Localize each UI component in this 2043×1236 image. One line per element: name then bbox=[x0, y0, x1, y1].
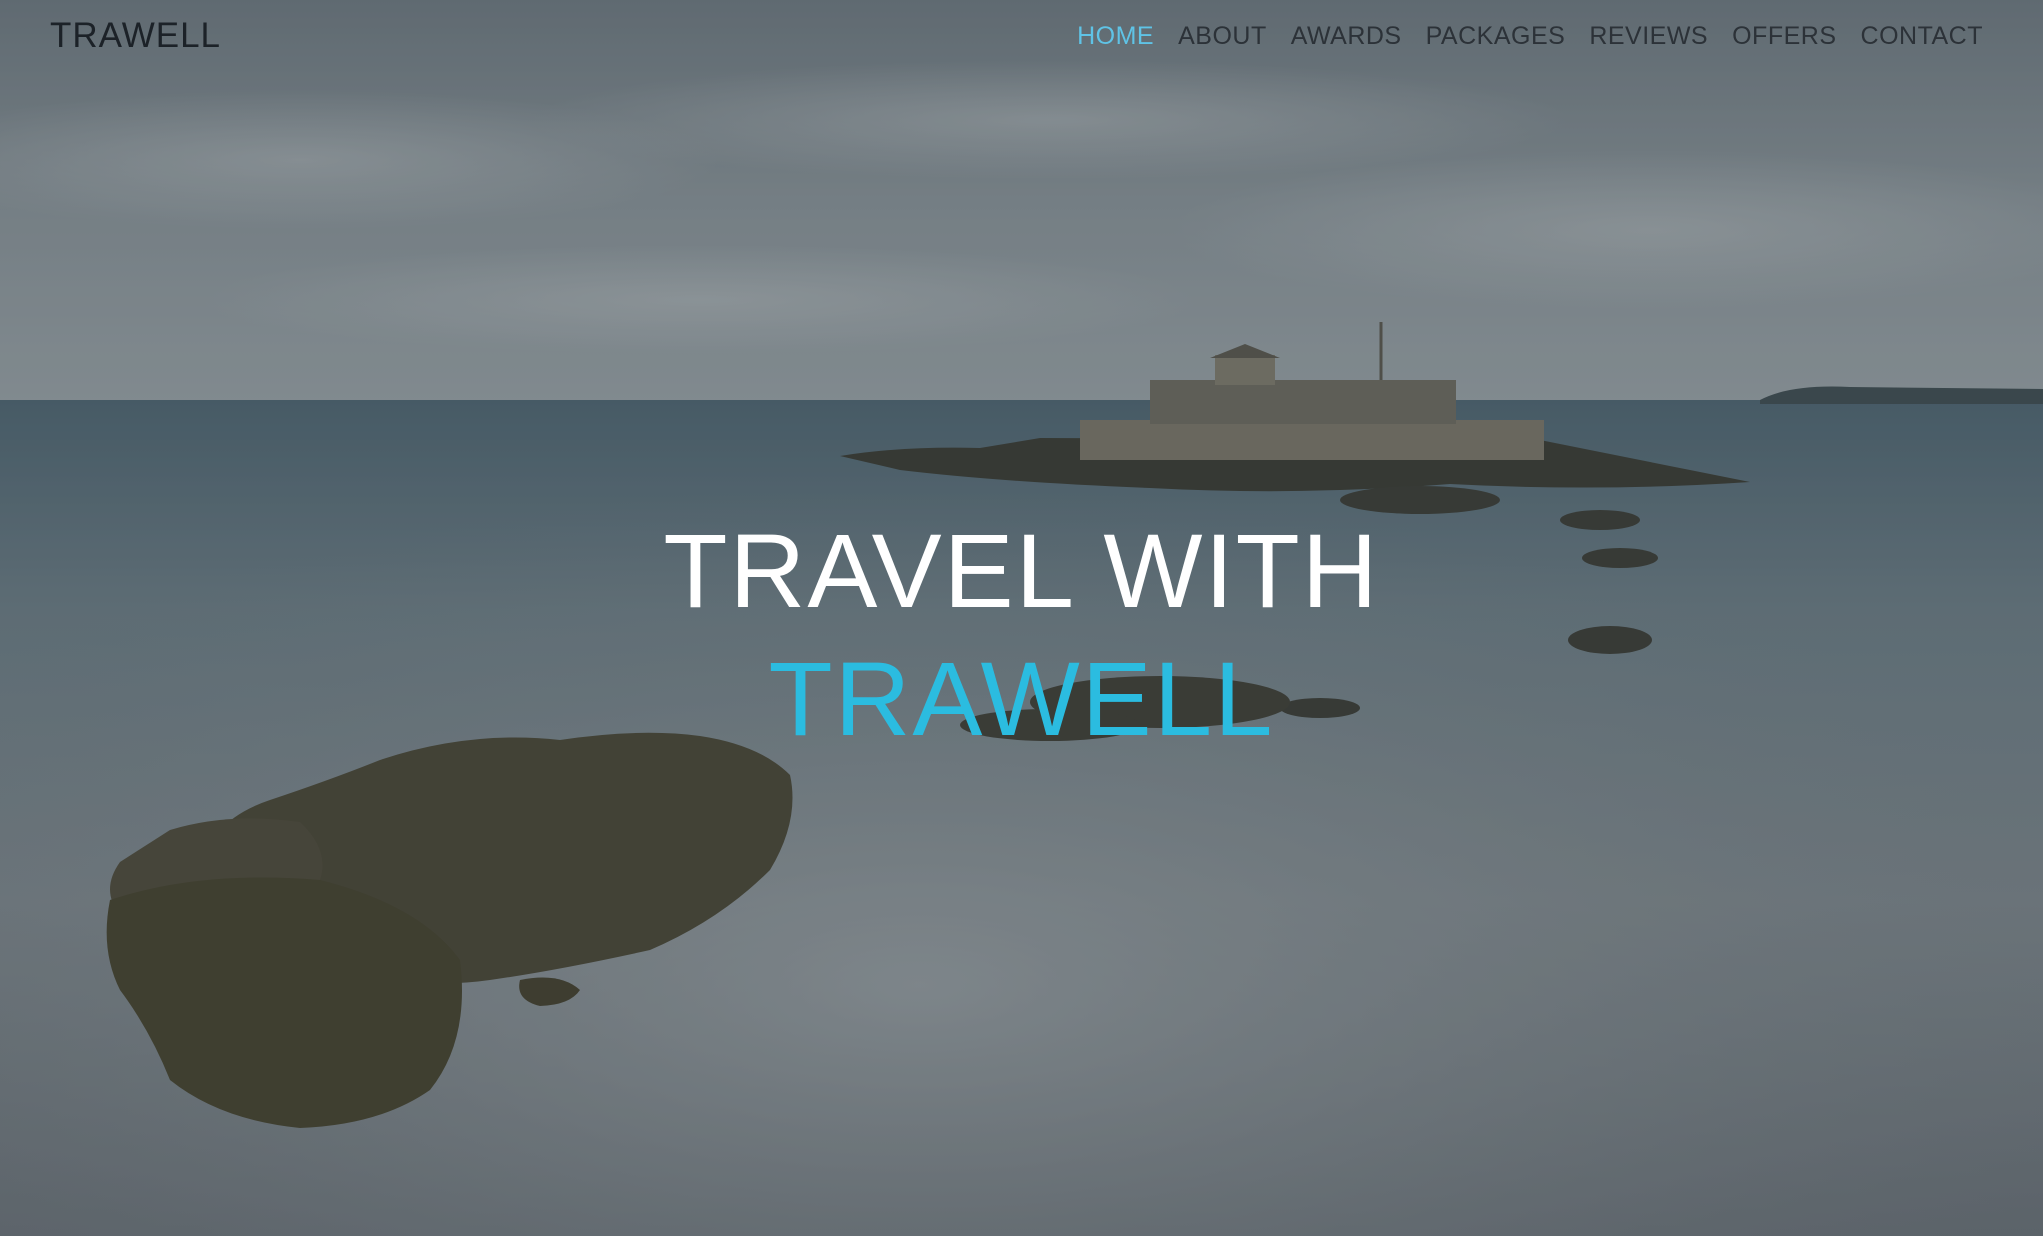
brand-logo[interactable]: TRAWELL bbox=[50, 16, 221, 56]
hero-headline-line1: TRAVEL WITH bbox=[663, 513, 1380, 630]
nav-item-about: ABOUT bbox=[1178, 22, 1267, 51]
hero-section: TRAWELL HOME ABOUT AWARDS PACKAGES REVIE… bbox=[0, 0, 2043, 1236]
nav-link-contact[interactable]: CONTACT bbox=[1861, 22, 1983, 50]
nav-link-packages[interactable]: PACKAGES bbox=[1426, 22, 1566, 50]
nav-link-home[interactable]: HOME bbox=[1077, 22, 1154, 50]
nav-link-offers[interactable]: OFFERS bbox=[1732, 22, 1836, 50]
nav-item-reviews: REVIEWS bbox=[1589, 22, 1708, 51]
top-navbar: TRAWELL HOME ABOUT AWARDS PACKAGES REVIE… bbox=[0, 0, 2043, 76]
nav-item-awards: AWARDS bbox=[1291, 22, 1402, 51]
nav-item-packages: PACKAGES bbox=[1426, 22, 1566, 51]
nav-item-contact: CONTACT bbox=[1861, 22, 1983, 51]
nav-link-about[interactable]: ABOUT bbox=[1178, 22, 1267, 50]
nav-link-reviews[interactable]: REVIEWS bbox=[1589, 22, 1708, 50]
nav-link-awards[interactable]: AWARDS bbox=[1291, 22, 1402, 50]
nav-item-home: HOME bbox=[1077, 22, 1154, 51]
nav-menu: HOME ABOUT AWARDS PACKAGES REVIEWS OFFER… bbox=[1077, 22, 1983, 51]
hero-headline-brand: TRAWELL bbox=[768, 641, 1275, 758]
hero-headline: TRAVEL WITH TRAWELL bbox=[0, 508, 2043, 764]
nav-item-offers: OFFERS bbox=[1732, 22, 1836, 51]
